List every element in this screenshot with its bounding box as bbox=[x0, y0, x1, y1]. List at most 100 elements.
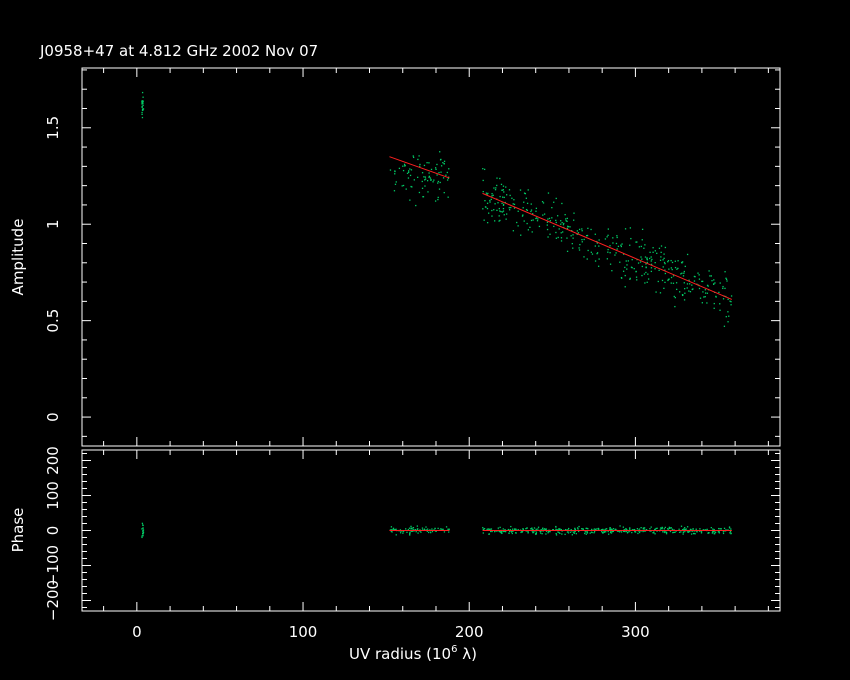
data-point bbox=[499, 210, 501, 212]
data-point bbox=[609, 252, 611, 254]
data-point bbox=[445, 526, 448, 528]
x-axis-label-unit: λ) bbox=[457, 645, 477, 663]
data-point bbox=[698, 287, 701, 290]
data-point bbox=[560, 223, 562, 225]
data-point bbox=[424, 185, 426, 187]
data-point bbox=[395, 528, 397, 530]
data-point bbox=[722, 298, 725, 300]
data-point bbox=[641, 258, 643, 260]
x-tick-label: 200 bbox=[455, 623, 484, 641]
data-point bbox=[443, 162, 445, 165]
data-point bbox=[551, 206, 553, 209]
data-point bbox=[488, 212, 490, 214]
data-point bbox=[559, 532, 561, 535]
data-point bbox=[437, 198, 439, 201]
data-point bbox=[626, 268, 628, 270]
data-point bbox=[680, 261, 683, 264]
data-point bbox=[634, 531, 637, 533]
data-point bbox=[674, 260, 676, 262]
data-point bbox=[586, 234, 589, 237]
data-point bbox=[615, 252, 617, 254]
data-point bbox=[597, 527, 600, 530]
data-point bbox=[535, 217, 538, 219]
data-point bbox=[572, 531, 575, 533]
data-point bbox=[678, 531, 681, 533]
data-point bbox=[606, 236, 608, 238]
data-point bbox=[703, 296, 705, 298]
data-point bbox=[643, 527, 646, 529]
data-point bbox=[512, 528, 514, 530]
data-point bbox=[491, 195, 493, 197]
data-point bbox=[642, 528, 644, 530]
data-point bbox=[142, 103, 144, 105]
data-point bbox=[555, 197, 557, 200]
y-tick-label: 0.5 bbox=[44, 309, 62, 333]
data-point bbox=[631, 259, 633, 261]
data-point bbox=[607, 251, 609, 253]
data-point bbox=[141, 91, 144, 94]
data-point bbox=[566, 220, 568, 222]
data-point bbox=[695, 528, 697, 530]
data-point bbox=[445, 174, 447, 176]
data-point bbox=[665, 531, 668, 534]
data-point bbox=[501, 202, 503, 204]
data-point bbox=[586, 532, 589, 534]
data-point bbox=[493, 187, 495, 189]
data-point bbox=[513, 203, 516, 206]
data-point bbox=[724, 271, 726, 273]
data-point bbox=[607, 228, 609, 230]
data-point bbox=[594, 528, 597, 530]
data-point bbox=[436, 174, 438, 176]
data-point bbox=[418, 191, 421, 194]
data-point bbox=[501, 189, 503, 191]
data-point bbox=[510, 206, 512, 209]
data-point bbox=[442, 177, 445, 179]
data-point bbox=[612, 237, 614, 239]
data-point bbox=[525, 197, 528, 199]
data-point bbox=[406, 531, 408, 533]
data-point bbox=[590, 251, 592, 253]
data-point bbox=[509, 194, 511, 197]
data-point bbox=[483, 527, 486, 530]
data-point bbox=[643, 247, 645, 249]
data-point bbox=[542, 202, 545, 204]
data-point bbox=[486, 202, 489, 204]
data-point bbox=[569, 226, 571, 228]
data-point bbox=[622, 526, 625, 528]
data-point bbox=[624, 286, 626, 288]
amplitude-axis-label: Amplitude bbox=[9, 219, 27, 296]
phase-ticks: −200−1000100200 bbox=[44, 446, 780, 621]
data-point bbox=[645, 271, 647, 274]
data-point bbox=[496, 209, 498, 212]
data-point bbox=[557, 236, 559, 239]
data-point bbox=[700, 532, 703, 534]
data-point bbox=[531, 231, 533, 233]
data-point bbox=[591, 253, 594, 255]
data-point bbox=[542, 214, 544, 216]
data-point bbox=[576, 230, 579, 232]
data-point bbox=[403, 165, 406, 167]
data-point bbox=[713, 283, 715, 285]
data-point bbox=[517, 210, 519, 212]
data-point bbox=[490, 528, 493, 530]
data-point bbox=[411, 527, 413, 529]
data-point bbox=[434, 200, 437, 202]
phase-panel: −200−1000100200 Phase bbox=[9, 446, 781, 621]
data-point bbox=[690, 533, 693, 535]
data-point bbox=[654, 262, 656, 264]
data-point bbox=[519, 189, 522, 191]
data-point bbox=[686, 526, 689, 528]
data-point bbox=[537, 218, 539, 220]
data-point bbox=[702, 280, 704, 283]
data-point bbox=[597, 265, 600, 267]
data-point bbox=[485, 192, 488, 194]
data-point bbox=[689, 283, 691, 285]
data-point bbox=[501, 532, 503, 535]
data-point bbox=[440, 528, 442, 530]
data-point bbox=[578, 247, 580, 249]
data-point bbox=[546, 228, 549, 231]
data-point bbox=[401, 185, 403, 187]
data-point bbox=[394, 183, 397, 185]
data-point bbox=[650, 270, 653, 273]
data-point bbox=[503, 196, 505, 199]
